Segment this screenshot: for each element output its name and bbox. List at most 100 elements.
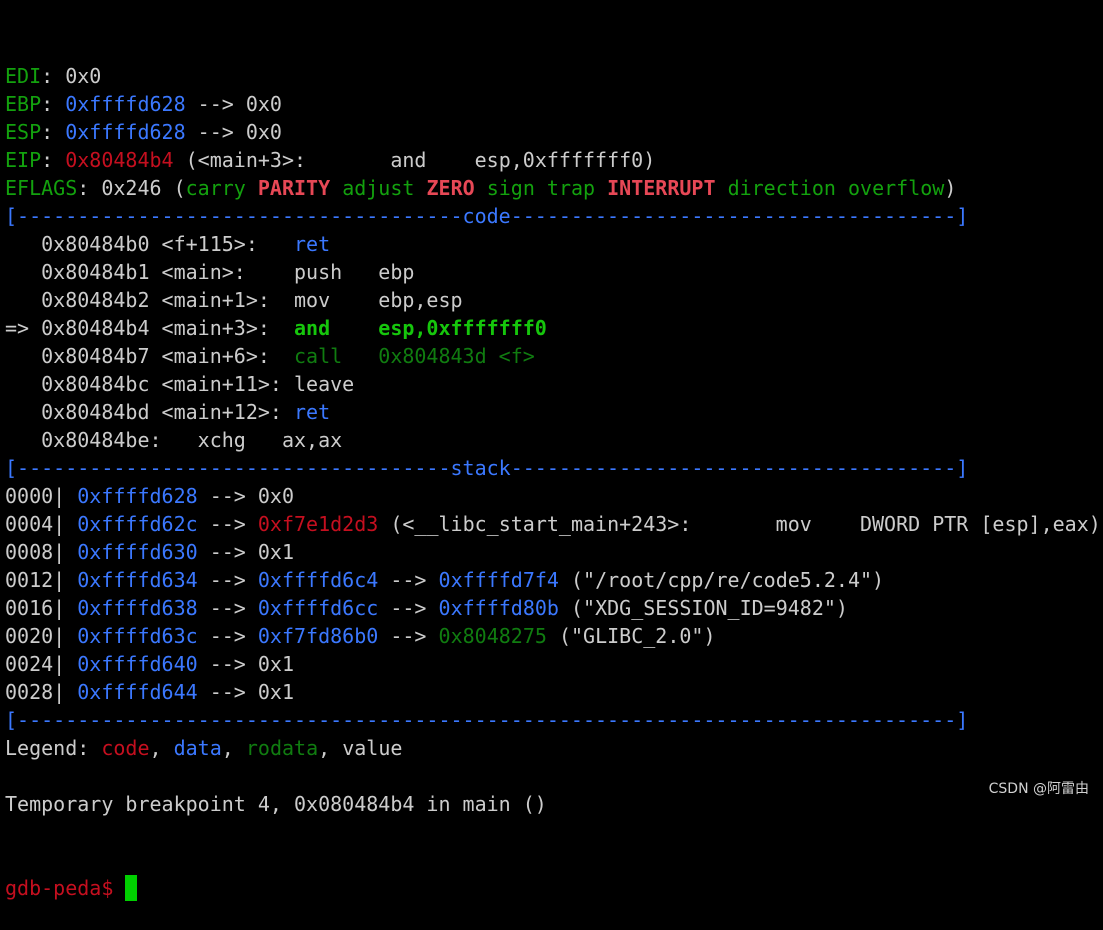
terminal-text: [-------------------------------------co… bbox=[5, 204, 969, 228]
terminal-text: , bbox=[221, 736, 246, 760]
terminal-text: EBP bbox=[5, 92, 42, 116]
terminal-text: 0x80484b4 bbox=[65, 148, 174, 172]
gdb-prompt: gdb-peda$ bbox=[5, 876, 126, 900]
terminal-text: --> bbox=[378, 568, 439, 592]
terminal-output: EDI: 0x0 EBP: 0xffffd628 --> 0x0 ESP: 0xff… bbox=[5, 6, 1101, 930]
terminal-text: 0xffffd640 bbox=[77, 652, 198, 676]
terminal-line: 0008| 0xffffd630 --> 0x1 bbox=[5, 538, 1101, 566]
terminal-line: Legend: code, data, rodata, value bbox=[5, 734, 1101, 762]
terminal-text: rodata bbox=[245, 736, 319, 760]
terminal-text: --> 0x0 bbox=[185, 92, 282, 116]
terminal-text: --> 0x1 bbox=[197, 680, 294, 704]
terminal-line: Temporary breakpoint 4, 0x080484b4 in ma… bbox=[5, 790, 1101, 818]
terminal-text: INTERRUPT bbox=[607, 176, 716, 200]
terminal-text: [---------------------------------------… bbox=[5, 708, 969, 732]
terminal-text: 0xffffd630 bbox=[77, 540, 198, 564]
terminal-text: --> bbox=[197, 568, 258, 592]
terminal-text: : 0x246 ( bbox=[77, 176, 186, 200]
terminal-text: carry bbox=[185, 176, 246, 200]
csdn-watermark: CSDN @阿雷由 bbox=[988, 781, 1089, 797]
terminal-text: and esp,0xfffffff0 bbox=[293, 316, 547, 340]
terminal-text: 0xf7fd86b0 bbox=[257, 624, 379, 648]
terminal-text: , bbox=[149, 736, 174, 760]
terminal-text: 0x80484b1 <main>: push ebp bbox=[5, 260, 415, 284]
terminal-line: 0x80484b1 <main>: push ebp bbox=[5, 258, 1101, 286]
terminal-text: 0xffffd62c bbox=[77, 512, 198, 536]
terminal-text: 0024| bbox=[5, 652, 78, 676]
terminal-line: [---------------------------------------… bbox=[5, 706, 1101, 734]
terminal-text: 0012| bbox=[5, 568, 78, 592]
terminal-text: 0xffffd6cc bbox=[257, 596, 379, 620]
terminal-text: 0xffffd628 bbox=[65, 120, 186, 144]
terminal-text: trap bbox=[546, 176, 596, 200]
terminal-text: --> 0x0 bbox=[185, 120, 282, 144]
terminal-text: ("/root/cpp/re/code5.2.4") bbox=[558, 568, 885, 592]
terminal-line: [------------------------------------sta… bbox=[5, 454, 1101, 482]
terminal-text: --> bbox=[378, 596, 439, 620]
terminal-text: ("GLIBC_2.0") bbox=[546, 624, 716, 648]
terminal-text: 0x80484bc <main+11>: leave bbox=[5, 372, 355, 396]
terminal-text: ("XDG_SESSION_ID=9482") bbox=[558, 596, 848, 620]
terminal-text: 0x80484b2 <main+1>: mov ebp,esp bbox=[5, 288, 463, 312]
terminal-line: 0x80484b7 <main+6>: call 0x804843d <f> bbox=[5, 342, 1101, 370]
terminal-text: 0xffffd7f4 bbox=[438, 568, 559, 592]
terminal-text: EDI bbox=[5, 64, 42, 88]
terminal-line: EIP: 0x80484b4 (<main+3>: and esp,0xffff… bbox=[5, 146, 1101, 174]
terminal-text: ret bbox=[293, 400, 331, 424]
terminal-line: 0x80484bd <main+12>: ret bbox=[5, 398, 1101, 426]
terminal-text: (<main+3>: and esp,0xfffffff0) bbox=[173, 148, 656, 172]
terminal-text: overflow bbox=[847, 176, 945, 200]
terminal-text: ZERO bbox=[426, 176, 475, 200]
terminal-text: 0x80484bd <main+12>: bbox=[5, 400, 294, 424]
terminal-text: (<__libc_start_main+243>: mov DWORD PTR … bbox=[378, 512, 1101, 536]
terminal-text: => 0x80484b4 <main+3>: bbox=[5, 316, 294, 340]
terminal-text: --> bbox=[378, 624, 439, 648]
terminal-line: 0x80484bc <main+11>: leave bbox=[5, 370, 1101, 398]
terminal-line: EFLAGS: 0x246 (carry PARITY adjust ZERO … bbox=[5, 174, 1101, 202]
terminal-text: 0xffffd638 bbox=[77, 596, 198, 620]
terminal-text: Legend: bbox=[5, 736, 102, 760]
terminal-text: call 0x804843d <f> bbox=[293, 344, 535, 368]
terminal-text: 0xffffd628 bbox=[77, 484, 198, 508]
terminal-text: : bbox=[41, 120, 66, 144]
terminal-text: 0xffffd63c bbox=[77, 624, 198, 648]
terminal-text: --> 0x0 bbox=[197, 484, 294, 508]
terminal-text: --> 0x1 bbox=[197, 540, 294, 564]
terminal-line: => 0x80484b4 <main+3>: and esp,0xfffffff… bbox=[5, 314, 1101, 342]
terminal-lines: EDI: 0x0 EBP: 0xffffd628 --> 0x0 ESP: 0xff… bbox=[5, 62, 1101, 818]
terminal-line: EDI: 0x0 bbox=[5, 62, 1101, 90]
terminal-text: , value bbox=[318, 736, 403, 760]
prompt-line[interactable]: gdb-peda$ bbox=[5, 874, 1101, 902]
terminal-line: [-------------------------------------co… bbox=[5, 202, 1101, 230]
terminal-text: 0000| bbox=[5, 484, 78, 508]
terminal-text: 0008| bbox=[5, 540, 78, 564]
terminal-text: : bbox=[41, 148, 66, 172]
terminal-line: 0016| 0xffffd638 --> 0xffffd6cc --> 0xff… bbox=[5, 594, 1101, 622]
terminal-line: 0020| 0xffffd63c --> 0xf7fd86b0 --> 0x80… bbox=[5, 622, 1101, 650]
terminal-text: Temporary breakpoint 4, 0x080484b4 in ma… bbox=[5, 792, 547, 816]
terminal-text: 0016| bbox=[5, 596, 78, 620]
terminal-text: --> bbox=[197, 512, 258, 536]
terminal-line: 0012| 0xffffd634 --> 0xffffd6c4 --> 0xff… bbox=[5, 566, 1101, 594]
terminal-line: 0024| 0xffffd640 --> 0x1 bbox=[5, 650, 1101, 678]
terminal-text: ESP bbox=[5, 120, 42, 144]
terminal-line: 0x80484b0 <f+115>: ret bbox=[5, 230, 1101, 258]
terminal-line: EBP: 0xffffd628 --> 0x0 bbox=[5, 90, 1101, 118]
terminal-text: 0x80484be: xchg ax,ax bbox=[5, 428, 343, 452]
terminal-text: : bbox=[41, 92, 66, 116]
terminal-text: 0xffffd644 bbox=[77, 680, 198, 704]
terminal-text: [------------------------------------sta… bbox=[5, 456, 969, 480]
terminal-text: direction bbox=[727, 176, 836, 200]
terminal-text: ret bbox=[293, 232, 331, 256]
terminal-text: 0028| bbox=[5, 680, 78, 704]
terminal-text: 0xffffd80b bbox=[438, 596, 559, 620]
